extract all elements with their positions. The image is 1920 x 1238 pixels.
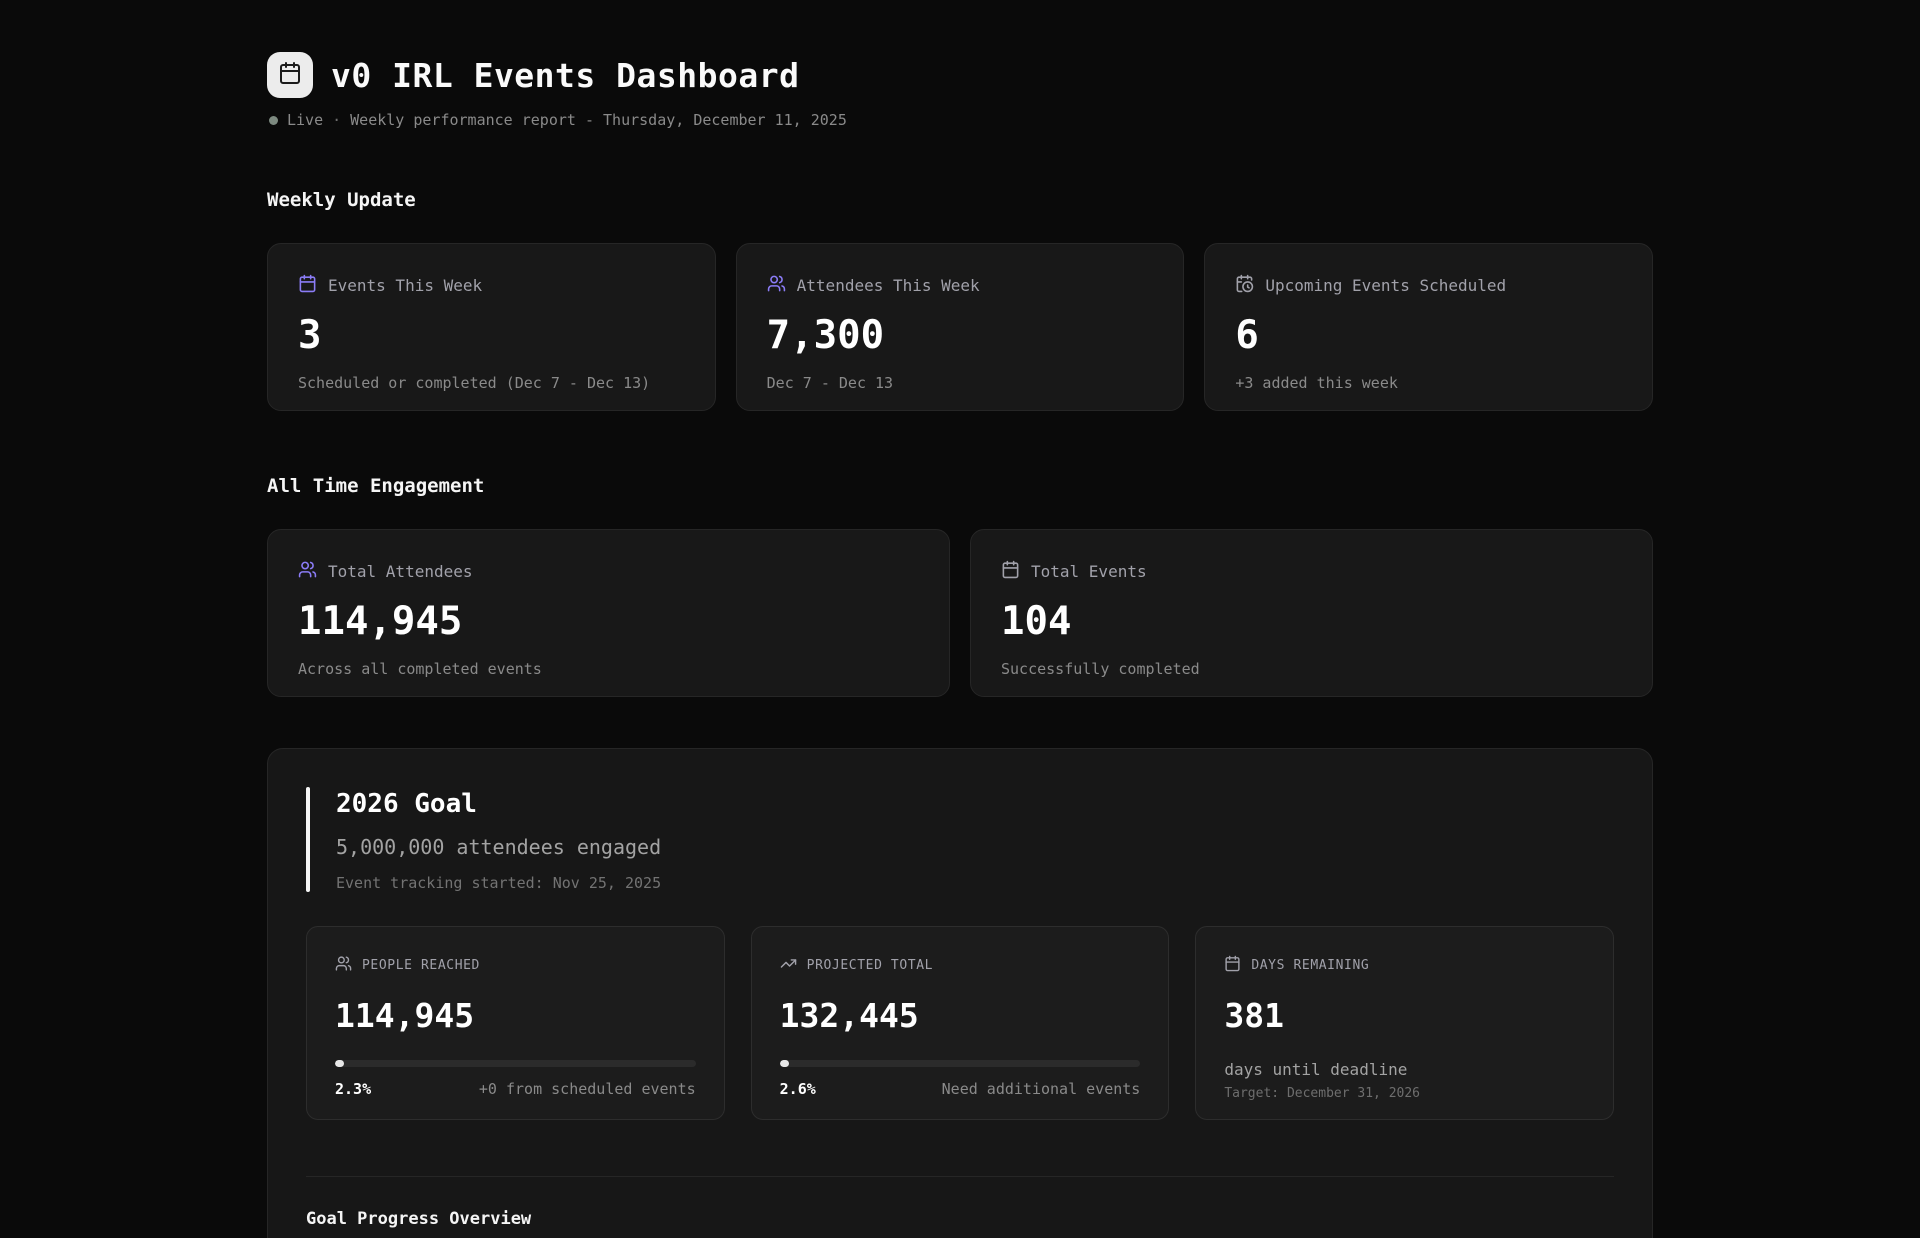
calendar-icon	[1001, 560, 1020, 583]
progress-bar-fill	[780, 1060, 789, 1067]
card-subtext: Across all completed events	[298, 660, 919, 678]
card-label: Upcoming Events Scheduled	[1265, 276, 1506, 295]
separator-dot: ·	[332, 111, 341, 129]
progress-note: Need additional events	[942, 1080, 1141, 1098]
total-events-card: Total Events 104 Successfully completed	[970, 529, 1653, 697]
report-subtitle: Weekly performance report - Thursday, De…	[350, 111, 847, 129]
users-icon	[298, 560, 317, 583]
card-label: Events This Week	[328, 276, 482, 295]
progress-bar-fill	[335, 1060, 344, 1067]
card-value: 104	[1001, 601, 1622, 644]
page-title: v0 IRL Events Dashboard	[331, 56, 799, 95]
stat-label: DAYS REMAINING	[1251, 958, 1369, 973]
calendar-icon	[278, 61, 302, 89]
card-value: 3	[298, 315, 685, 358]
stat-subtext: days until deadline	[1224, 1060, 1585, 1079]
card-label: Total Attendees	[328, 562, 473, 581]
events-this-week-card: Events This Week 3 Scheduled or complete…	[267, 243, 716, 411]
stat-label: PEOPLE REACHED	[362, 958, 480, 973]
live-status-label: Live	[287, 111, 323, 129]
progress-percent: 2.6%	[780, 1080, 816, 1098]
total-attendees-card: Total Attendees 114,945 Across all compl…	[267, 529, 950, 697]
progress-note: +0 from scheduled events	[479, 1080, 696, 1098]
goal-accent-bar	[306, 787, 310, 892]
projected-total-card: PROJECTED TOTAL 132,445 2.6% Need additi…	[751, 926, 1170, 1120]
stat-value: 132,445	[780, 998, 1141, 1034]
stat-label: PROJECTED TOTAL	[807, 958, 933, 973]
progress-percent: 2.3%	[335, 1080, 371, 1098]
users-icon	[767, 274, 786, 297]
all-time-engagement-heading: All Time Engagement	[267, 475, 1653, 497]
days-remaining-card: DAYS REMAINING 381 days until deadline T…	[1195, 926, 1614, 1120]
card-subtext: Scheduled or completed (Dec 7 - Dec 13)	[298, 374, 685, 392]
people-reached-card: PEOPLE REACHED 114,945 2.3% +0 from sche…	[306, 926, 725, 1120]
progress-bar	[335, 1060, 696, 1067]
stat-note: Target: December 31, 2026	[1224, 1086, 1585, 1101]
goal-2026-card: 2026 Goal 5,000,000 attendees engaged Ev…	[267, 748, 1653, 1238]
weekly-update-heading: Weekly Update	[267, 189, 1653, 211]
card-label: Total Events	[1031, 562, 1147, 581]
goal-target-line: 5,000,000 attendees engaged	[336, 835, 661, 859]
stat-value: 114,945	[335, 998, 696, 1034]
all-time-engagement-section: All Time Engagement Total Attendees 114,…	[267, 475, 1653, 697]
users-icon	[335, 955, 352, 976]
goal-tracking-line: Event tracking started: Nov 25, 2025	[336, 874, 661, 892]
progress-bar	[780, 1060, 1141, 1067]
live-indicator-dot	[269, 116, 278, 125]
goal-progress-overview-heading: Goal Progress Overview	[306, 1209, 1614, 1229]
weekly-update-section: Weekly Update Events This Week 3 Schedul…	[267, 189, 1653, 411]
card-label: Attendees This Week	[797, 276, 980, 295]
card-value: 7,300	[767, 315, 1154, 358]
goal-title: 2026 Goal	[336, 789, 661, 819]
dashboard: v0 IRL Events Dashboard Live · Weekly pe…	[267, 0, 1653, 1238]
trending-up-icon	[780, 955, 797, 976]
page-header: v0 IRL Events Dashboard	[267, 52, 1653, 98]
card-subtext: Successfully completed	[1001, 660, 1622, 678]
goal-header: 2026 Goal 5,000,000 attendees engaged Ev…	[306, 787, 1614, 892]
upcoming-events-card: Upcoming Events Scheduled 6 +3 added thi…	[1204, 243, 1653, 411]
calendar-clock-icon	[1235, 274, 1254, 297]
card-value: 6	[1235, 315, 1622, 358]
divider	[306, 1176, 1614, 1177]
stat-value: 381	[1224, 998, 1585, 1034]
card-subtext: Dec 7 - Dec 13	[767, 374, 1154, 392]
card-subtext: +3 added this week	[1235, 374, 1622, 392]
app-logo	[267, 52, 313, 98]
calendar-icon	[298, 274, 317, 297]
card-value: 114,945	[298, 601, 919, 644]
status-line: Live · Weekly performance report - Thurs…	[269, 111, 1653, 129]
calendar-icon	[1224, 955, 1241, 976]
attendees-this-week-card: Attendees This Week 7,300 Dec 7 - Dec 13	[736, 243, 1185, 411]
